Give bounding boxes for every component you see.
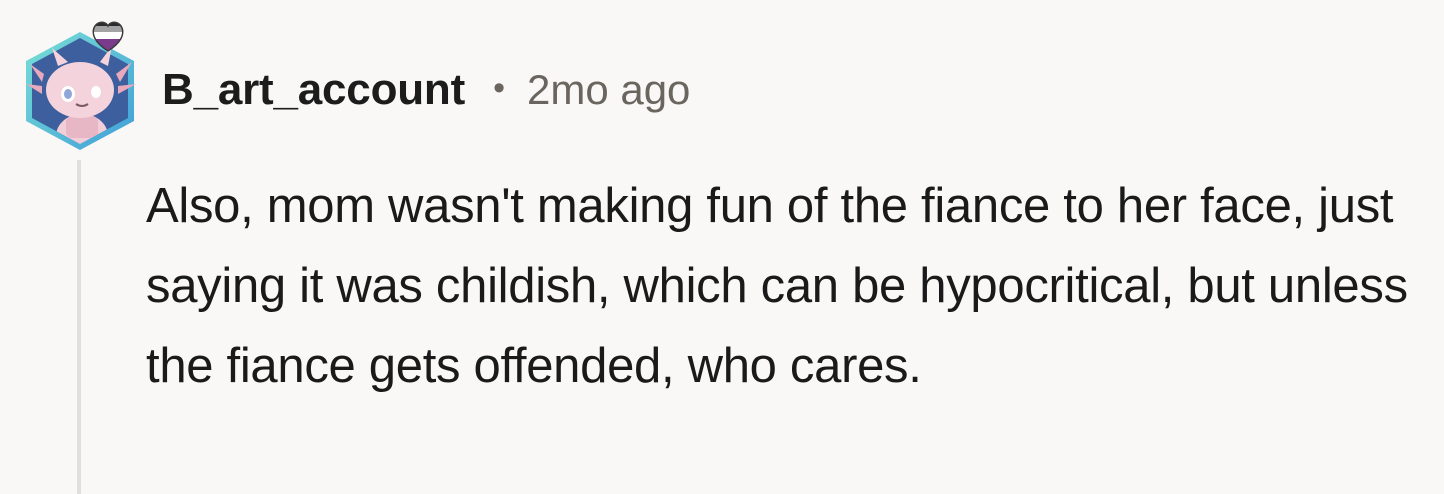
avatar[interactable] xyxy=(22,12,140,152)
comment: B_art_account • 2mo ago Also, mom wasn't… xyxy=(0,0,1444,494)
comment-header: B_art_account • 2mo ago xyxy=(162,62,690,118)
comment-timestamp[interactable]: 2mo ago xyxy=(527,66,690,114)
thread-line[interactable] xyxy=(77,160,81,494)
comment-body: Also, mom wasn't making fun of the fianc… xyxy=(146,179,1408,393)
axolotl-avatar-icon xyxy=(26,21,136,150)
meta-separator: • xyxy=(493,68,505,107)
username-link[interactable]: B_art_account xyxy=(162,65,465,115)
